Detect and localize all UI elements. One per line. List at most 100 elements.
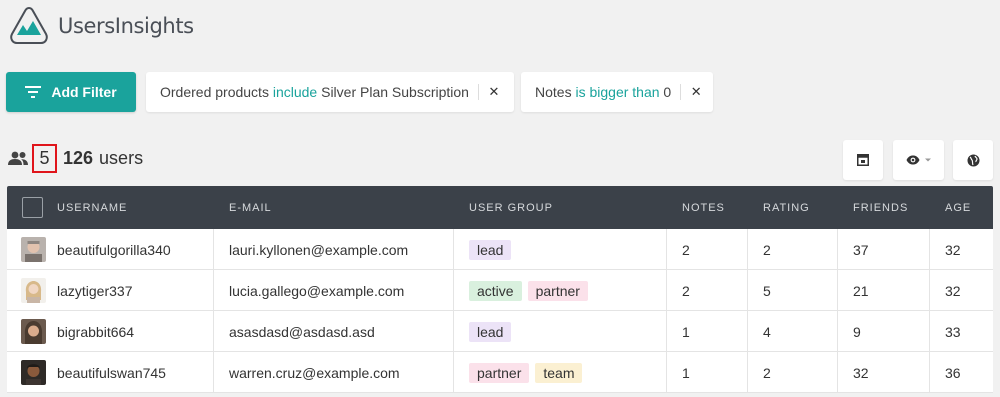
column-header-age[interactable]: AGE (945, 202, 971, 214)
add-filter-label: Add Filter (51, 84, 117, 100)
chip-divider (680, 84, 682, 100)
column-divider (747, 270, 748, 311)
column-visibility-button[interactable] (893, 140, 944, 180)
column-divider (453, 229, 454, 270)
table-row[interactable]: beautifulswan745 warren.cruz@example.com… (7, 352, 993, 393)
age-cell: 36 (945, 364, 961, 381)
column-header-notes[interactable]: NOTES (682, 202, 725, 214)
notes-cell: 2 (682, 241, 690, 258)
users-table: USERNAME E-MAIL USER GROUP NOTES RATING … (7, 186, 993, 393)
column-divider (837, 270, 838, 311)
age-cell: 32 (945, 282, 961, 299)
rating-cell: 4 (763, 323, 771, 340)
username-cell[interactable]: beautifulgorilla340 (57, 229, 171, 270)
notes-cell: 2 (682, 282, 690, 299)
column-header-rating[interactable]: RATING (763, 202, 810, 214)
user-group-cell: partner team (469, 352, 588, 393)
caret-down-icon (924, 158, 931, 162)
group-tag-active: active (469, 280, 522, 301)
filter-chip-ordered-products[interactable]: Ordered products include Silver Plan Sub… (146, 72, 514, 112)
filter-value: Silver Plan Subscription (321, 84, 469, 100)
age-cell: 32 (945, 241, 961, 258)
column-divider (453, 270, 454, 311)
filter-field: Ordered products (160, 84, 269, 100)
filter-operator: is bigger than (575, 84, 660, 100)
column-header-username[interactable]: USERNAME (57, 202, 127, 214)
count-unit: users (99, 147, 144, 168)
username-cell[interactable]: beautifulswan745 (57, 352, 166, 393)
notes-cell: 1 (682, 364, 690, 381)
column-divider (666, 352, 667, 393)
avatar[interactable] (21, 278, 46, 303)
total-count: 126 (63, 147, 94, 168)
column-divider (747, 311, 748, 352)
column-divider (929, 229, 930, 270)
table-header: USERNAME E-MAIL USER GROUP NOTES RATING … (7, 186, 993, 229)
column-divider (666, 270, 667, 311)
group-tag-partner: partner (527, 280, 588, 301)
column-divider (666, 229, 667, 270)
column-header-email[interactable]: E-MAIL (229, 202, 272, 214)
app-logo[interactable]: UsersInsights (8, 5, 194, 47)
user-group-cell: lead (469, 311, 517, 352)
email-cell: lucia.gallego@example.com (229, 282, 405, 299)
users-icon (8, 151, 28, 165)
username-cell[interactable]: bigrabbit664 (57, 311, 134, 352)
filter-field: Notes (535, 84, 572, 100)
add-filter-button[interactable]: Add Filter (6, 72, 136, 112)
filter-icon (25, 86, 42, 98)
column-divider (747, 229, 748, 270)
column-divider (213, 311, 214, 352)
shown-count-highlight: 5 (32, 143, 57, 173)
rating-cell: 2 (763, 241, 771, 258)
email-cell: asasdasd@asdasd.asd (229, 323, 375, 340)
column-divider (929, 311, 930, 352)
column-divider (929, 352, 930, 393)
group-tag-lead: lead (469, 321, 512, 342)
friends-cell: 32 (853, 364, 869, 381)
avatar[interactable] (21, 237, 46, 262)
friends-cell: 21 (853, 282, 869, 299)
chip-divider (477, 84, 479, 100)
friends-cell: 9 (853, 323, 861, 340)
map-view-button[interactable] (953, 140, 993, 180)
close-icon[interactable]: ✕ (485, 84, 503, 100)
column-divider (747, 352, 748, 393)
logo-mountain-icon (10, 6, 48, 44)
app-name: UsersInsights (58, 14, 194, 38)
username-cell[interactable]: lazytiger337 (57, 270, 133, 311)
rating-cell: 2 (763, 364, 771, 381)
table-row[interactable]: bigrabbit664 asasdasd@asdasd.asd lead 1 … (7, 311, 993, 352)
avatar[interactable] (21, 360, 46, 385)
filter-operator: include (272, 84, 318, 100)
close-icon[interactable]: ✕ (687, 84, 705, 100)
eye-icon (906, 155, 919, 165)
avatar[interactable] (21, 319, 46, 344)
filter-chip-notes[interactable]: Notes is bigger than 0 ✕ (521, 72, 713, 112)
group-tag-lead: lead (469, 239, 512, 260)
user-count: 5 126 users (7, 143, 144, 173)
table-layout-button[interactable] (843, 140, 883, 180)
group-tag-team: team (535, 362, 583, 383)
column-divider (837, 352, 838, 393)
table-row[interactable]: lazytiger337 lucia.gallego@example.com a… (7, 270, 993, 311)
column-divider (929, 270, 930, 311)
table-row[interactable]: beautifulgorilla340 lauri.kyllonen@examp… (7, 229, 993, 270)
column-divider (453, 311, 454, 352)
rating-cell: 5 (763, 282, 771, 299)
column-divider (213, 229, 214, 270)
group-tag-partner: partner (469, 362, 530, 383)
email-cell: warren.cruz@example.com (229, 364, 400, 381)
notes-cell: 1 (682, 323, 690, 340)
select-all-checkbox[interactable] (22, 197, 43, 218)
table-layout-icon (857, 154, 869, 166)
email-cell: lauri.kyllonen@example.com (229, 241, 409, 258)
friends-cell: 37 (853, 241, 869, 258)
column-divider (666, 311, 667, 352)
age-cell: 33 (945, 323, 961, 340)
globe-icon (967, 154, 979, 166)
user-group-cell: active partner (469, 270, 594, 311)
column-divider (453, 352, 454, 393)
column-header-friends[interactable]: FRIENDS (853, 202, 908, 214)
column-header-user-group[interactable]: USER GROUP (469, 202, 553, 214)
